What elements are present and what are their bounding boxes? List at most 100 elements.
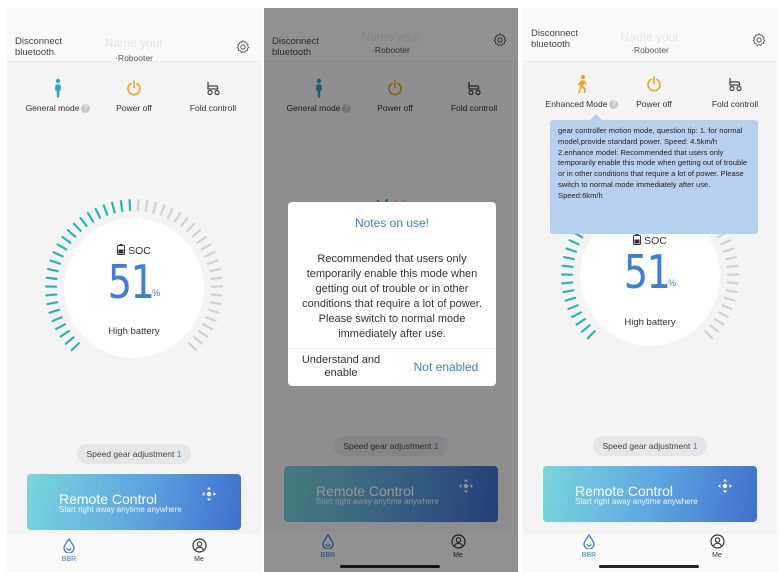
walking-person-icon [55, 78, 61, 98]
question-icon[interactable]: ? [81, 104, 91, 113]
mode-tooltip-panel: Disconnect bluetooth Name your ·Robooter… [523, 8, 777, 572]
notes-dialog: Notes on use! Recommended that users onl… [288, 202, 496, 386]
power-off-label: Power off [116, 103, 152, 113]
gauge-tick [111, 201, 116, 214]
gauge-tick [186, 222, 196, 233]
gauge-tick [207, 308, 220, 314]
settings-gear-icon[interactable] [751, 32, 767, 48]
tab-me[interactable]: Me [179, 538, 219, 563]
speed-gear-label: Speed gear adjustment [602, 441, 691, 451]
not-enabled-button[interactable]: Not enabled [398, 360, 494, 374]
fold-control-button[interactable]: Fold controll [185, 78, 241, 113]
dialog-title: Notes on use! [354, 216, 430, 230]
app-header: Disconnect bluetooth Name your ·Robooter [7, 8, 261, 63]
gauge-tick [205, 316, 217, 323]
speed-gear-button[interactable]: Speed gear adjustment 1 [77, 444, 191, 464]
battery-icon [633, 234, 642, 245]
soc-label: SOC [644, 235, 667, 247]
gauge-tick [166, 207, 174, 219]
remote-control-card[interactable]: Remote Control Start right away anytime … [543, 466, 757, 522]
gauge-tick [586, 330, 596, 340]
gauge-tick [102, 204, 109, 216]
dialog-divider [288, 348, 496, 349]
soc-value: 51% [107, 256, 161, 310]
gauge-tick [173, 211, 182, 223]
wheelchair-fold-icon [729, 78, 742, 92]
gauge-tick [188, 342, 198, 352]
tab-home-label: BBR [61, 556, 77, 563]
speed-gear-value: 1 [176, 449, 182, 459]
speed-gear-value: 1 [692, 441, 698, 451]
gauge-tick [193, 336, 204, 345]
mode-toolbar: General mode? Power off Fold controll [7, 78, 261, 124]
question-icon[interactable]: ? [609, 100, 619, 109]
remote-joystick-icon [718, 479, 732, 493]
soc-label: SOC [128, 245, 151, 257]
gauge-tick [721, 304, 733, 311]
tab-home[interactable]: BBR [569, 534, 609, 559]
tooltip-enhanced-mode-text: 2.enhance model: Recommended that users … [558, 147, 748, 200]
power-icon [127, 80, 141, 96]
mode-help-tooltip: gear controller motion mode, question ti… [550, 114, 758, 234]
gauge-tick [72, 222, 82, 233]
soc-value: 51% [623, 246, 677, 300]
gauge-tick [159, 204, 166, 216]
understand-enable-button[interactable]: Understand and enable [296, 354, 386, 380]
gauge-tick [66, 228, 77, 238]
gauge-tick [64, 336, 75, 345]
tab-home-label: BBR [581, 552, 597, 559]
running-person-icon [577, 74, 587, 94]
power-off-button[interactable]: Power off [109, 78, 159, 113]
remote-control-card[interactable]: Remote Control Start right away anytime … [27, 474, 241, 530]
gauge-tick [567, 304, 579, 311]
gauge-tick [79, 216, 88, 228]
drop-home-icon [63, 538, 75, 553]
gauge-tick [86, 211, 95, 223]
app-header: Disconnect bluetooth Name your ·Robooter [523, 8, 777, 62]
speed-gear-button[interactable]: Speed gear adjustment 1 [593, 436, 707, 456]
tooltip-normal-mode-text: gear controller motion mode, question ti… [558, 126, 743, 146]
wheelchair-fold-icon [207, 82, 220, 96]
fold-control-button[interactable]: Fold controll [707, 74, 763, 109]
general-mode-label: General mode [25, 103, 80, 113]
battery-status: High battery [108, 326, 160, 337]
device-model-label: ·Robooter [115, 53, 153, 63]
gauge-tick [48, 308, 61, 314]
gauge-tick [704, 330, 714, 340]
device-name-placeholder[interactable]: Name your [523, 30, 777, 44]
remote-control-subtitle: Start right away anytime anywhere [59, 505, 182, 514]
gauge-tick [191, 228, 202, 238]
remote-control-subtitle: Start right away anytime anywhere [575, 497, 698, 506]
tab-home[interactable]: BBR [49, 538, 89, 563]
gauge-tick [196, 235, 207, 244]
gauge-tick [136, 199, 140, 212]
battery-status: High battery [624, 317, 676, 328]
device-model-label: ·Robooter [631, 45, 669, 55]
settings-gear-icon[interactable] [235, 39, 251, 55]
bottom-tab-bar: BBR Me [523, 534, 777, 572]
gauge-tick [564, 296, 577, 302]
tab-me-label: Me [712, 552, 722, 559]
fold-control-label: Fold controll [189, 103, 237, 113]
home-indicator [599, 565, 699, 568]
enhanced-mode-label: Enhanced Mode [545, 99, 608, 109]
power-off-button[interactable]: Power off [629, 74, 679, 109]
user-circle-icon [709, 534, 725, 549]
dialog-body: Recommended that users only temporarily … [302, 253, 482, 340]
gauge-tick [94, 207, 102, 219]
gauge-tick [70, 342, 80, 352]
gauge-tick [152, 201, 157, 214]
tab-me-label: Me [194, 556, 204, 563]
gauge-tick [51, 316, 63, 323]
power-off-label: Power off [636, 99, 672, 109]
gauge-tick [144, 199, 149, 212]
tab-me[interactable]: Me [697, 534, 737, 559]
gauge-tick [119, 199, 124, 212]
device-name-placeholder[interactable]: Name your [7, 36, 261, 50]
enhanced-mode-button[interactable]: Enhanced Mode? [543, 74, 621, 109]
gauge-tick [128, 199, 132, 212]
general-mode-button[interactable]: General mode? [25, 78, 91, 113]
remote-joystick-icon [202, 487, 216, 501]
gauge-tick [723, 296, 736, 302]
fold-control-label: Fold controll [711, 99, 759, 109]
